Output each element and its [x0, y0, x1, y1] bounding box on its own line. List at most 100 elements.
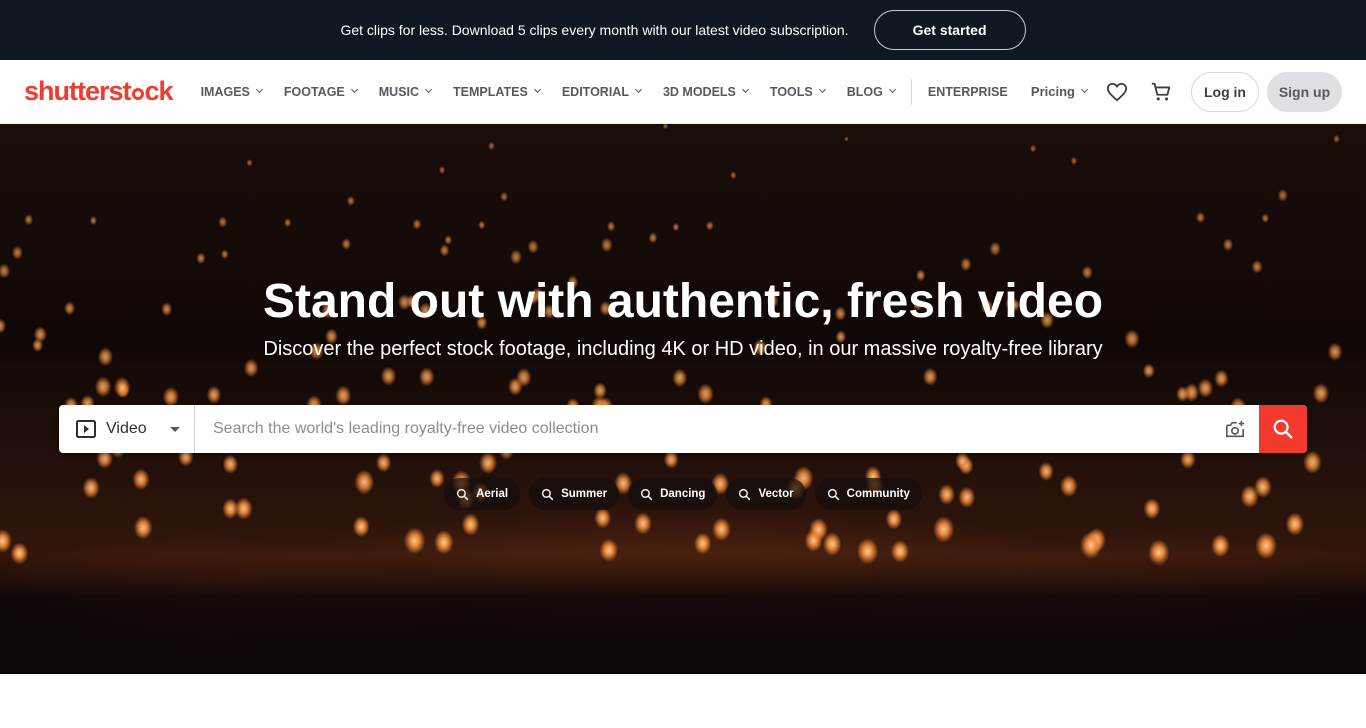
- search-icon: [457, 488, 469, 500]
- lantern-glow: [439, 244, 450, 257]
- nav-images[interactable]: IMAGES: [201, 85, 263, 99]
- search-icon: [541, 488, 554, 500]
- nav-tools[interactable]: TOOLS: [770, 85, 826, 99]
- search-bar: Video: [59, 405, 1307, 453]
- pricing-menu[interactable]: Pricing: [1030, 84, 1089, 99]
- chip-aerial[interactable]: Aerial: [444, 478, 521, 510]
- lantern-glow: [804, 529, 823, 552]
- lantern-glow: [243, 358, 259, 378]
- lantern-glow: [218, 216, 228, 228]
- lantern-glow: [246, 159, 253, 167]
- lantern-glow: [1030, 144, 1037, 153]
- image-search-camera-icon[interactable]: [1211, 405, 1259, 453]
- lantern-glow: [955, 451, 970, 470]
- chevron-down-icon: [1080, 85, 1089, 94]
- lantern-glow: [221, 249, 229, 259]
- login-button[interactable]: Log in: [1191, 71, 1259, 112]
- nav-enterprise[interactable]: ENTERPRISE: [928, 85, 1008, 99]
- promo-text: Get clips for less. Download 5 clips eve…: [340, 22, 849, 38]
- chip-label: Community: [846, 488, 910, 500]
- lantern-glow: [133, 516, 153, 540]
- search-icon: [641, 488, 653, 500]
- lantern-glow: [335, 385, 352, 406]
- lantern-glow: [1303, 450, 1322, 474]
- lantern-glow: [461, 513, 480, 536]
- lantern-glow: [885, 508, 903, 530]
- lantern-glow: [1261, 213, 1270, 223]
- lantern-glow: [516, 367, 532, 388]
- chevron-down-icon: [255, 85, 263, 94]
- lantern-glow: [1197, 378, 1214, 398]
- lantern-glow: [1214, 369, 1229, 388]
- promo-banner: Get clips for less. Download 5 clips eve…: [0, 0, 1366, 60]
- lantern-glow: [844, 136, 849, 142]
- shutterstock-logo[interactable]: shutterst ck: [24, 76, 174, 107]
- lantern-glow: [600, 237, 613, 253]
- lantern-glow: [634, 512, 652, 535]
- hero-subtitle: Discover the perfect stock footage, incl…: [263, 338, 1103, 360]
- lantern-glow: [822, 532, 842, 556]
- lantern-glow: [434, 530, 454, 555]
- lantern-glow: [352, 516, 370, 538]
- lantern-glow: [113, 376, 131, 398]
- search-input[interactable]: [195, 405, 1211, 453]
- nav-label: FOOTAGE: [283, 84, 345, 99]
- lantern-glow: [478, 220, 486, 230]
- lantern-glow: [1312, 383, 1330, 404]
- lantern-glow: [594, 507, 612, 529]
- chevron-down-icon: [533, 85, 541, 94]
- chip-label: Dancing: [660, 488, 706, 500]
- chip-summer[interactable]: Summer: [529, 478, 620, 510]
- lantern-glow: [418, 367, 435, 387]
- nav-blog[interactable]: BLOG: [846, 84, 896, 99]
- lantern-glow: [933, 516, 955, 543]
- lantern-glow: [694, 532, 712, 555]
- hero-title: Stand out with authentic, fresh video: [262, 275, 1104, 328]
- get-started-button[interactable]: Get started: [873, 10, 1026, 50]
- lantern-glow: [648, 232, 658, 244]
- site-header: shutterst ck IMAGES FOOTAGE MUSIC TEMPLAT…: [0, 60, 1366, 124]
- chip-dancing[interactable]: Dancing: [628, 478, 718, 510]
- nav-3d-models[interactable]: 3D MODELS: [663, 85, 749, 99]
- lantern-glow: [444, 235, 453, 245]
- nav-label: BLOG: [846, 84, 883, 99]
- lantern-glow: [375, 453, 392, 473]
- nav-templates[interactable]: TEMPLATES: [453, 84, 541, 99]
- nav-editorial[interactable]: EDITORIAL: [562, 85, 643, 99]
- nav-music[interactable]: MUSIC: [379, 85, 433, 99]
- nav-label: ENTERPRISE: [927, 84, 1008, 99]
- lantern-glow: [662, 124, 669, 130]
- video-play-icon: [76, 420, 96, 438]
- lantern-glow: [0, 529, 12, 553]
- lantern-glow: [989, 241, 1001, 256]
- lantern-glow: [1070, 156, 1078, 165]
- hero-section: Stand out with authentic, fresh video Di…: [0, 124, 1366, 674]
- chevron-down-icon: [425, 85, 433, 94]
- lantern-glow: [510, 249, 522, 265]
- lantern-glow: [500, 191, 508, 202]
- lantern-glow: [479, 451, 498, 475]
- lantern-glow: [380, 366, 397, 386]
- chevron-down-icon: [888, 85, 896, 94]
- search-icon: [827, 488, 839, 500]
- suggested-searches: Aerial Summer Dancing Vector Community: [0, 478, 1366, 510]
- pricing-label: Pricing: [1030, 84, 1075, 99]
- cart-icon[interactable]: [1147, 78, 1175, 106]
- nav-divider: [910, 78, 912, 105]
- nav-label: TEMPLATES: [453, 84, 528, 99]
- lantern-glow: [284, 218, 292, 228]
- lantern-glow: [1195, 211, 1206, 224]
- media-type-select[interactable]: Video: [59, 405, 195, 453]
- chip-community[interactable]: Community: [814, 478, 922, 510]
- search-submit-button[interactable]: [1259, 405, 1307, 453]
- page-below-hero: [0, 674, 1366, 728]
- lantern-glow: [404, 527, 426, 555]
- signup-button[interactable]: Sign up: [1267, 71, 1342, 112]
- lantern-glow: [438, 166, 446, 174]
- nav-footage[interactable]: FOOTAGE: [283, 84, 358, 99]
- lantern-glow: [712, 517, 731, 541]
- favorites-heart-icon[interactable]: [1103, 78, 1131, 106]
- chip-vector[interactable]: Vector: [726, 478, 806, 510]
- lantern-glow: [606, 221, 616, 232]
- search-icon: [739, 488, 751, 500]
